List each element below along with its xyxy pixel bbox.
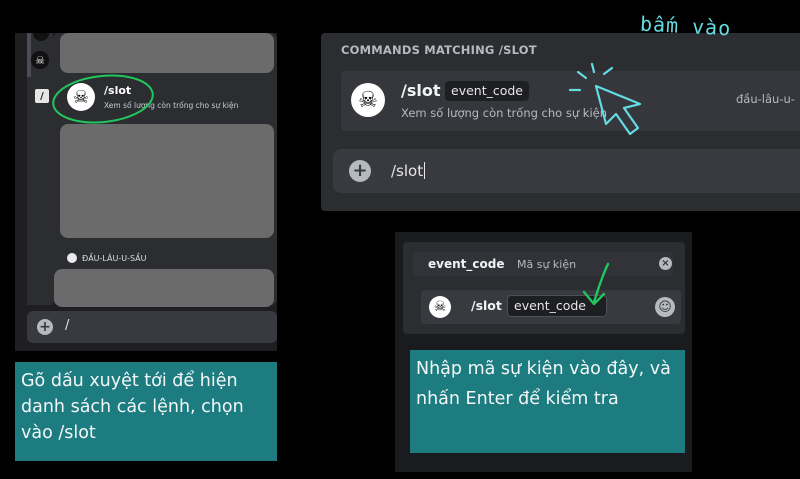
close-icon[interactable]: × bbox=[659, 257, 672, 270]
message-input-text: /slot bbox=[391, 162, 426, 180]
cursor-arrow-icon bbox=[568, 62, 642, 136]
emoji-icon[interactable]: ☺ bbox=[655, 297, 675, 317]
input-command: /slot bbox=[471, 298, 502, 313]
option-header: event_code Mã sự kiện × bbox=[413, 252, 673, 276]
handwritten-note: bấm vào bbox=[639, 11, 732, 41]
message-input[interactable]: ☠ /slot event_code ☺ bbox=[421, 290, 681, 324]
command-picker-screenshot: ☠ / ☠ /slot Xem số lượng còn trống cho s… bbox=[15, 33, 277, 351]
slash-command-icon[interactable]: / bbox=[35, 89, 49, 103]
redacted-block bbox=[54, 269, 274, 307]
redacted-block bbox=[60, 33, 274, 73]
instruction-caption-step2: Nhập mã sự kiện vào đây, và nhấn Enter đ… bbox=[410, 350, 685, 453]
command-option-chip: event_code bbox=[445, 81, 529, 101]
bot-avatar-icon: ☠ bbox=[351, 83, 385, 117]
command-source: đầu-lâu-u- bbox=[736, 92, 795, 106]
message-input[interactable]: + /slot bbox=[333, 149, 800, 193]
bot-avatar-icon: ☠ bbox=[429, 296, 451, 318]
command-match-screenshot: COMMANDS MATCHING /SLOT ☠ /slot event_co… bbox=[321, 33, 800, 211]
message-input-text: / bbox=[65, 318, 70, 333]
sidebar-accent bbox=[27, 33, 31, 77]
text-caret bbox=[424, 162, 426, 179]
plus-icon[interactable]: + bbox=[349, 160, 371, 182]
checkmark-arrow-annotation bbox=[582, 262, 610, 306]
option-description: Mã sự kiện bbox=[517, 258, 577, 271]
bot-section-label: ĐẦU-LÂU-U-SẦU bbox=[67, 253, 146, 263]
plus-icon[interactable]: + bbox=[37, 319, 53, 335]
command-name: /slot bbox=[401, 81, 441, 100]
bot-avatar-icon[interactable]: ☠ bbox=[31, 51, 49, 69]
highlight-circle-annotation bbox=[52, 74, 154, 124]
option-name: event_code bbox=[428, 257, 505, 271]
message-input[interactable]: + / bbox=[27, 311, 277, 343]
bot-icon bbox=[67, 253, 77, 263]
instruction-caption-step1: Gõ dấu xuyệt tới để hiện danh sách các l… bbox=[15, 362, 277, 461]
redacted-block bbox=[60, 124, 274, 238]
commands-heading: COMMANDS MATCHING /SLOT bbox=[341, 43, 537, 57]
